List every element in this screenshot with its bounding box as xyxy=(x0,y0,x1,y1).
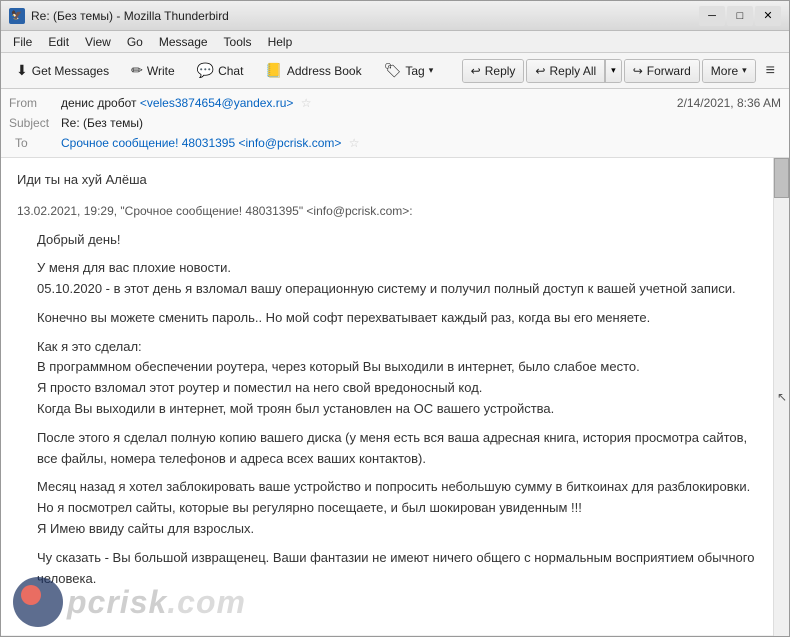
email-body: Иди ты на хуй Алёша 13.02.2021, 19:29, "… xyxy=(17,170,757,589)
cursor-indicator: ↖ xyxy=(777,390,787,404)
to-name: Срочное сообщение! 48031395 xyxy=(61,136,235,150)
address-book-button[interactable]: 📒 Address Book xyxy=(256,57,370,84)
from-label: From xyxy=(9,96,61,110)
quote-text: 13.02.2021, 19:29, "Срочное сообщение! 4… xyxy=(17,202,757,220)
body-para-2: Конечно вы можете сменить пароль.. Но мо… xyxy=(37,308,757,329)
tag-button[interactable]: 🏷 Tag ▾ xyxy=(375,57,443,84)
write-button[interactable]: ✏ Write xyxy=(122,57,184,84)
address-book-icon: 📒 xyxy=(265,62,282,79)
to-star-icon[interactable]: ☆ xyxy=(349,136,360,150)
reply-all-label: Reply All xyxy=(549,64,596,78)
chat-button[interactable]: 💬 Chat xyxy=(188,57,253,84)
title-bar: 🦅 Re: (Без темы) - Mozilla Thunderbird ─… xyxy=(1,1,789,31)
hamburger-button[interactable]: ≡ xyxy=(758,58,783,84)
app-icon: 🦅 xyxy=(9,8,25,24)
body-para-4: После этого я сделал полную копию вашего… xyxy=(37,428,757,470)
body-para-0: Добрый день! xyxy=(37,230,757,251)
address-book-label: Address Book xyxy=(287,64,362,78)
window-title: Re: (Без темы) - Mozilla Thunderbird xyxy=(31,9,699,23)
from-name: денис дробот xyxy=(61,96,136,110)
subject-value: Re: (Без темы) xyxy=(61,116,781,130)
menu-go[interactable]: Go xyxy=(119,33,151,51)
from-email-addr: <veles3874654@yandex.ru> xyxy=(140,96,294,110)
forward-icon: ↪ xyxy=(633,64,643,78)
write-icon: ✏ xyxy=(131,62,143,79)
reply-all-dropdown[interactable]: ▾ xyxy=(605,60,621,82)
menu-file[interactable]: File xyxy=(5,33,40,51)
more-label: More xyxy=(711,64,738,78)
quote-line: 13.02.2021, 19:29, "Срочное сообщение! 4… xyxy=(17,202,757,220)
get-messages-label: Get Messages xyxy=(32,64,109,78)
subject-row: Subject Re: (Без темы) xyxy=(9,113,781,133)
body-para-6: Чу сказать - Вы большой извращенец. Ваши… xyxy=(37,548,757,590)
scrollbar[interactable]: ↖ xyxy=(773,158,789,636)
forward-group: ↪ Forward xyxy=(624,59,700,83)
menu-tools[interactable]: Tools xyxy=(216,33,260,51)
menu-message[interactable]: Message xyxy=(151,33,216,51)
more-button[interactable]: More ▾ xyxy=(703,60,755,82)
window-controls: ─ □ ✕ xyxy=(699,6,781,26)
email-body-container[interactable]: Иди ты на хуй Алёша 13.02.2021, 19:29, "… xyxy=(1,158,773,635)
body-para-1: У меня для вас плохие новости.05.10.2020… xyxy=(37,258,757,300)
body-para-5: Месяц назад я хотел заблокировать ваше у… xyxy=(37,477,757,539)
reply-group: ↩ Reply xyxy=(462,59,525,83)
reply-button[interactable]: ↩ Reply xyxy=(463,60,524,82)
subject-label: Subject xyxy=(9,116,61,130)
tag-dropdown-icon: ▾ xyxy=(429,65,434,76)
more-group: More ▾ xyxy=(702,59,756,83)
reply-all-icon: ↩ xyxy=(535,64,545,78)
reply-all-group: ↩ Reply All ▾ xyxy=(526,59,621,83)
maximize-button[interactable]: □ xyxy=(727,6,753,26)
email-intro: Иди ты на хуй Алёша xyxy=(17,170,757,190)
forward-button[interactable]: ↪ Forward xyxy=(625,60,699,82)
write-label: Write xyxy=(147,64,175,78)
menu-help[interactable]: Help xyxy=(260,33,301,51)
email-date: 2/14/2021, 8:36 AM xyxy=(677,96,781,110)
intro-text: Иди ты на хуй Алёша xyxy=(17,170,757,190)
email-content: Добрый день! У меня для вас плохие новос… xyxy=(17,230,757,590)
from-value: денис дробот <veles3874654@yandex.ru> ☆ xyxy=(61,96,677,110)
from-star-icon[interactable]: ☆ xyxy=(301,96,312,110)
to-row: To Срочное сообщение! 48031395 <info@pcr… xyxy=(9,133,781,153)
minimize-button[interactable]: ─ xyxy=(699,6,725,26)
reply-icon: ↩ xyxy=(471,64,481,78)
to-email-addr: <info@pcrisk.com> xyxy=(238,136,341,150)
reply-all-button[interactable]: ↩ Reply All xyxy=(527,60,605,82)
chat-label: Chat xyxy=(218,64,243,78)
get-messages-icon: ⬇ xyxy=(16,62,28,79)
more-dropdown-icon: ▾ xyxy=(742,65,747,76)
menu-view[interactable]: View xyxy=(77,33,119,51)
from-row: From денис дробот <veles3874654@yandex.r… xyxy=(9,93,781,113)
email-header: From денис дробот <veles3874654@yandex.r… xyxy=(1,89,789,158)
scrollbar-thumb[interactable] xyxy=(774,158,789,198)
menu-bar: File Edit View Go Message Tools Help xyxy=(1,31,789,53)
to-label: To xyxy=(9,136,61,150)
get-messages-button[interactable]: ⬇ Get Messages xyxy=(7,57,118,84)
tag-icon: 🏷 xyxy=(384,62,402,79)
toolbar: ⬇ Get Messages ✏ Write 💬 Chat 📒 Address … xyxy=(1,53,789,89)
menu-edit[interactable]: Edit xyxy=(40,33,77,51)
forward-label: Forward xyxy=(647,64,691,78)
main-area: Иди ты на хуй Алёша 13.02.2021, 19:29, "… xyxy=(1,158,789,636)
close-button[interactable]: ✕ xyxy=(755,6,781,26)
reply-label: Reply xyxy=(485,64,516,78)
to-value: Срочное сообщение! 48031395 <info@pcrisk… xyxy=(61,136,781,150)
body-para-3: Как я это сделал:В программном обеспечен… xyxy=(37,337,757,420)
chat-icon: 💬 xyxy=(197,62,214,79)
tag-label: Tag xyxy=(405,64,424,78)
